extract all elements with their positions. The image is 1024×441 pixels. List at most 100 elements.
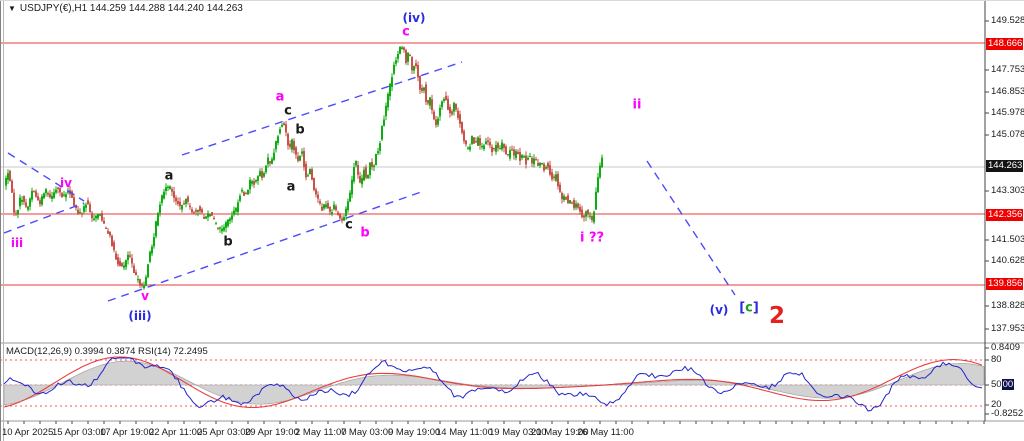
candle-body	[465, 141, 467, 145]
candle-body	[369, 163, 371, 175]
candle-body	[41, 196, 43, 204]
candle-body	[545, 167, 547, 169]
wave-label[interactable]: a	[165, 169, 174, 184]
candle-body	[313, 178, 315, 190]
wave-label[interactable]: iv	[60, 176, 72, 190]
candle-body	[105, 228, 107, 229]
wave-label[interactable]: c	[345, 218, 353, 233]
candle-body	[577, 204, 579, 208]
candle-body	[543, 164, 545, 171]
wave-label[interactable]: a	[287, 180, 296, 195]
candle-body	[123, 266, 125, 268]
trendline[interactable]	[647, 161, 735, 295]
candle-body	[335, 206, 337, 210]
time-axis-label: 7 May 03:00	[341, 427, 393, 438]
candle-body	[297, 156, 299, 161]
candle-body	[399, 47, 401, 54]
candle-body	[149, 252, 151, 262]
candle-body	[153, 237, 155, 246]
trendline[interactable]	[182, 62, 462, 155]
wave-label[interactable]: i ??	[580, 231, 604, 246]
wave-label[interactable]: [c]	[739, 301, 759, 316]
candle-body	[441, 101, 443, 106]
candle-body	[199, 206, 201, 211]
candle-body	[263, 173, 265, 177]
candle-body	[241, 190, 243, 192]
candle-body	[583, 215, 585, 217]
candle-body	[421, 88, 423, 91]
candle-body	[289, 144, 291, 147]
wave-label[interactable]: iii	[11, 236, 23, 250]
candle-body	[463, 131, 465, 141]
candle-body	[401, 47, 403, 49]
candle-body	[565, 197, 567, 199]
candle-body	[595, 192, 597, 210]
candle-body	[19, 198, 21, 207]
wave-label[interactable]: c	[402, 25, 410, 40]
time-axis-label: 9 May 19:00	[388, 427, 440, 438]
candle-body	[239, 196, 241, 201]
candle-body	[179, 202, 181, 206]
chart-canvas[interactable]	[0, 0, 1024, 441]
wave-label[interactable]: v	[141, 289, 149, 303]
candle-body	[113, 242, 115, 250]
trendline[interactable]	[4, 203, 84, 233]
candle-body	[273, 153, 275, 160]
candle-body	[213, 218, 215, 219]
candle-body	[35, 191, 37, 196]
candle-body	[119, 261, 121, 266]
wave-label[interactable]: b	[360, 226, 369, 241]
candle-body	[233, 211, 235, 215]
wave-label[interactable]: c	[284, 104, 292, 119]
wave-label[interactable]: (iii)	[128, 309, 151, 323]
candle-body	[45, 189, 47, 193]
candle-body	[469, 147, 471, 150]
candle-body	[531, 158, 533, 163]
wave-label[interactable]: 2	[769, 303, 785, 329]
wave-label[interactable]: a	[276, 90, 285, 105]
candle-body	[575, 204, 577, 208]
candle-body	[31, 191, 33, 200]
candle-body	[7, 173, 9, 180]
candle-body	[437, 119, 439, 125]
candle-body	[201, 209, 203, 212]
candle-body	[265, 165, 267, 172]
candle-body	[487, 140, 489, 142]
candle-body	[161, 195, 163, 202]
candle-body	[63, 194, 65, 195]
candle-body	[585, 211, 587, 216]
chart-window: ▼USDJPY(€),H1 144.259 144.288 144.240 14…	[0, 0, 1024, 441]
candle-body	[563, 196, 565, 200]
candle-body	[9, 171, 11, 181]
level-price-tag: 148.666	[986, 38, 1023, 50]
candle-body	[527, 158, 529, 160]
candle-body	[537, 163, 539, 166]
candle-body	[231, 215, 233, 219]
candle-body	[467, 148, 469, 149]
candle-body	[513, 149, 515, 155]
chevron-down-icon[interactable]: ▼	[8, 4, 16, 13]
candle-body	[163, 192, 165, 199]
wave-label[interactable]: b	[295, 123, 304, 138]
time-axis-label: 10 Apr 2025	[2, 427, 53, 438]
candle-body	[27, 207, 29, 210]
candle-body	[331, 212, 333, 214]
candle-body	[81, 213, 83, 214]
candle-body	[355, 161, 357, 166]
time-axis-label: 29 Apr 19:00	[245, 427, 299, 438]
wave-label[interactable]: b	[223, 235, 232, 250]
time-axis-label: 2 May 11:00	[295, 427, 347, 438]
wave-label[interactable]: ii	[633, 98, 642, 113]
level-price-tag: 142.356	[986, 209, 1023, 221]
wave-label-part: ]	[753, 301, 759, 316]
wave-label[interactable]: (iv)	[403, 11, 426, 25]
wave-label[interactable]: (v)	[710, 303, 729, 317]
candle-body	[195, 210, 197, 212]
candle-body	[383, 119, 385, 125]
candle-body	[535, 159, 537, 160]
candle-body	[349, 193, 351, 202]
candle-body	[91, 213, 93, 218]
candle-body	[223, 227, 225, 230]
candle-body	[459, 114, 461, 124]
candle-body	[191, 209, 193, 212]
